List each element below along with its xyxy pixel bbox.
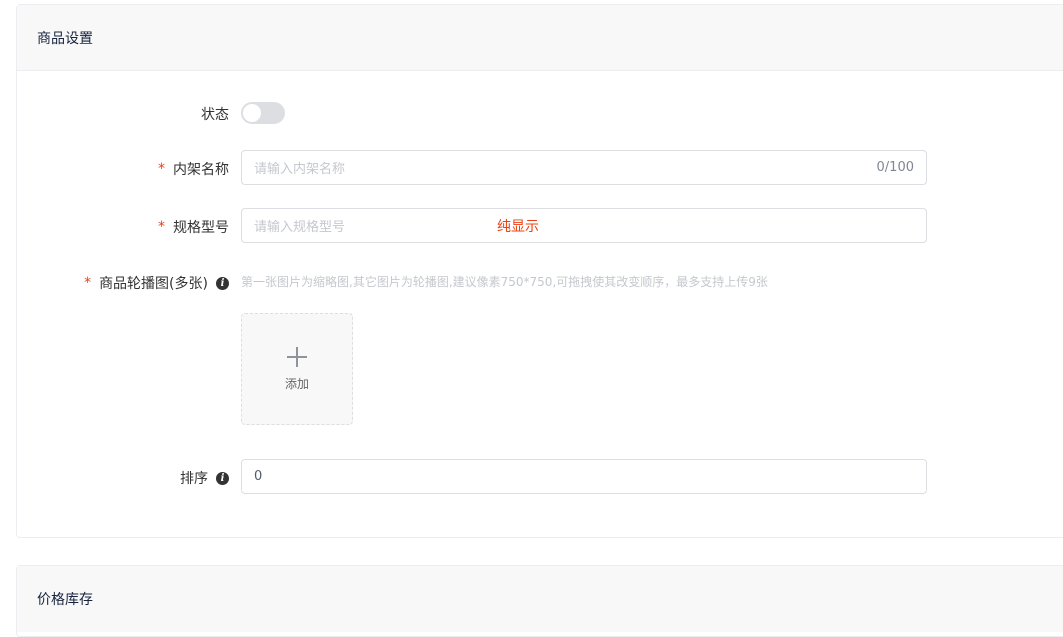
sort-label: 排序 i bbox=[180, 468, 229, 488]
listing-name-placeholder: 请输入内架名称 bbox=[254, 162, 346, 177]
section-title: 价格库存 bbox=[37, 592, 93, 608]
required-mark: * bbox=[158, 161, 165, 177]
plus-icon bbox=[287, 346, 307, 367]
price-stock-card: 价格库存 bbox=[16, 565, 1063, 637]
section-title: 商品设置 bbox=[37, 30, 93, 47]
display-only-note: 纯显示 bbox=[497, 219, 539, 235]
sort-value: 0 bbox=[254, 469, 263, 484]
product-settings-header: 商品设置 bbox=[17, 5, 1063, 71]
add-image-button[interactable]: 添加 bbox=[241, 313, 353, 425]
listing-name-label: * 内架名称 bbox=[158, 161, 229, 178]
char-counter: 0/100 bbox=[876, 160, 914, 175]
status-toggle[interactable] bbox=[241, 102, 285, 124]
required-mark: * bbox=[158, 219, 165, 235]
spec-model-placeholder: 请输入规格型号 bbox=[254, 220, 346, 235]
carousel-hint: 第一张图片为缩略图,其它图片为轮播图,建议像素750*750,可拖拽使其改变顺序… bbox=[241, 275, 768, 289]
required-mark: * bbox=[84, 275, 92, 291]
price-stock-header: 价格库存 bbox=[17, 566, 1063, 632]
carousel-label: * 商品轮播图(多张) i bbox=[84, 273, 229, 293]
add-label: 添加 bbox=[284, 376, 309, 391]
toggle-knob bbox=[243, 104, 261, 122]
product-settings-card: 商品设置 bbox=[16, 4, 1063, 538]
info-icon[interactable]: i bbox=[216, 276, 229, 290]
status-label: 状态 bbox=[201, 107, 229, 123]
spec-model-input[interactable]: 请输入规格型号 bbox=[241, 208, 927, 243]
sort-input[interactable]: 0 bbox=[241, 459, 927, 494]
spec-model-label: * 规格型号 bbox=[158, 219, 229, 236]
listing-name-input[interactable]: 请输入内架名称 0/100 bbox=[241, 150, 927, 185]
info-icon[interactable]: i bbox=[216, 471, 229, 485]
